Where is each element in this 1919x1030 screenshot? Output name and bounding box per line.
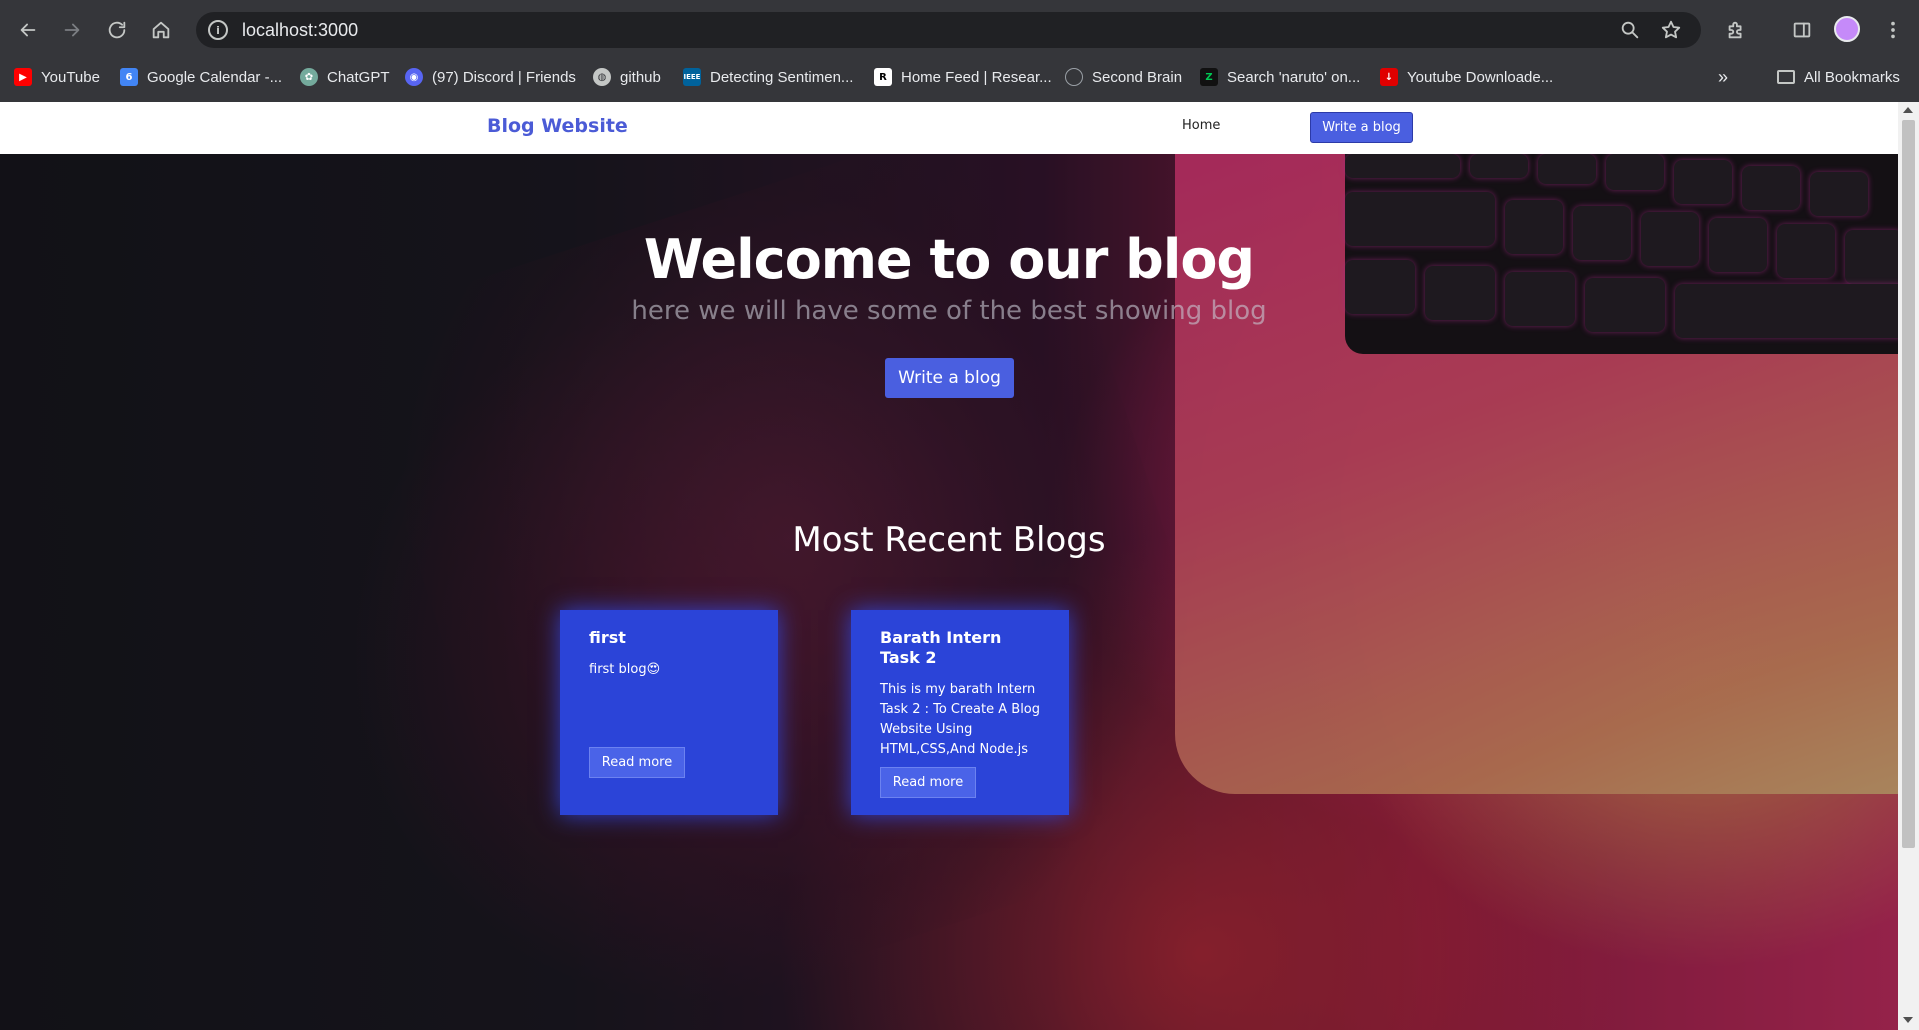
- nav-write-blog-button[interactable]: Write a blog: [1310, 112, 1413, 143]
- hero-subtitle: here we will have some of the best showi…: [631, 296, 1267, 326]
- scroll-down-arrow-icon[interactable]: [1903, 1017, 1913, 1023]
- all-bookmarks-label: All Bookmarks: [1804, 68, 1900, 86]
- site-navbar: Blog Website Home Write a blog: [0, 102, 1898, 154]
- read-more-button[interactable]: Read more: [880, 767, 976, 798]
- bookmark-label: Youtube Downloade...: [1407, 68, 1554, 86]
- blog-card: first first blog😍 Read more: [560, 610, 778, 815]
- bookmark-youtube-downloader[interactable]: ↓ Youtube Downloade...: [1380, 66, 1553, 88]
- browser-menu-button[interactable]: [1877, 14, 1909, 46]
- github-icon: ◍: [593, 68, 611, 86]
- z-icon: Z: [1200, 68, 1218, 86]
- bookmarks-bar: ▶ YouTube 6 Google Calendar -... ✿ ChatG…: [0, 62, 1919, 92]
- bookmark-label: Second Brain: [1092, 68, 1183, 86]
- researchgate-icon: R: [874, 68, 892, 86]
- bookmark-chatgpt[interactable]: ✿ ChatGPT: [300, 66, 390, 88]
- site-logo[interactable]: Blog Website: [487, 115, 628, 137]
- more-bookmarks-button[interactable]: »: [1718, 66, 1728, 88]
- scroll-up-arrow-icon[interactable]: [1903, 107, 1913, 113]
- bookmark-search-naruto[interactable]: Z Search 'naruto' on...: [1200, 66, 1360, 88]
- brain-icon: [1065, 68, 1083, 86]
- bookmark-discord[interactable]: ◉ (97) Discord | Friends: [405, 66, 576, 88]
- folder-icon: [1777, 70, 1795, 84]
- read-more-button[interactable]: Read more: [589, 747, 685, 778]
- chevron-double-right-icon: »: [1718, 66, 1729, 87]
- star-icon: [1661, 20, 1681, 39]
- scrollbar-thumb[interactable]: [1902, 120, 1915, 848]
- nav-home-link[interactable]: Home: [1182, 118, 1220, 133]
- puzzle-icon: [1728, 21, 1742, 39]
- forward-button[interactable]: [56, 14, 88, 46]
- google-calendar-icon: 6: [120, 68, 138, 86]
- blog-card-title: first: [589, 628, 626, 647]
- ieee-icon: IEEE: [683, 68, 701, 86]
- zoom-button[interactable]: [1618, 18, 1642, 42]
- site-info-icon[interactable]: i: [208, 20, 228, 40]
- bookmark-label: Detecting Sentimen...: [710, 68, 854, 86]
- discord-icon: ◉: [405, 68, 423, 86]
- bookmark-second-brain[interactable]: Second Brain: [1065, 66, 1182, 88]
- extensions-button[interactable]: [1720, 14, 1752, 46]
- blog-card-excerpt: first blog😍: [589, 662, 661, 677]
- download-icon: ↓: [1380, 68, 1398, 86]
- page-viewport: Blog Website Home Write a blog Welcome t…: [0, 102, 1919, 1030]
- hero-write-blog-button[interactable]: Write a blog: [885, 358, 1014, 398]
- bookmark-researchgate[interactable]: R Home Feed | Resear...: [874, 66, 1052, 88]
- hero-title: Welcome to our blog: [643, 228, 1255, 291]
- chatgpt-icon: ✿: [300, 68, 318, 86]
- recent-blogs-heading: Most Recent Blogs: [792, 520, 1106, 560]
- bookmark-label: (97) Discord | Friends: [432, 68, 576, 86]
- profile-avatar[interactable]: [1834, 16, 1860, 42]
- address-bar[interactable]: i localhost:3000: [196, 12, 1701, 48]
- youtube-icon: ▶: [14, 68, 32, 86]
- bookmark-google-calendar[interactable]: 6 Google Calendar -...: [120, 66, 282, 88]
- browser-chrome: i localhost:3000 ▶ YouTube 6 Google Cale: [0, 0, 1919, 102]
- bookmark-label: YouTube: [41, 68, 100, 86]
- url-text[interactable]: localhost:3000: [242, 20, 358, 41]
- reload-icon: [108, 21, 126, 39]
- bookmark-detecting-sentiment[interactable]: IEEE Detecting Sentimen...: [683, 66, 853, 88]
- bookmark-github[interactable]: ◍ github: [593, 66, 661, 88]
- blog-card-excerpt: This is my barath Intern Task 2 : To Cre…: [880, 682, 1041, 757]
- all-bookmarks-button[interactable]: All Bookmarks: [1777, 66, 1900, 88]
- arrow-right-icon: [64, 23, 80, 37]
- blog-card: Barath Intern Task 2 This is my barath I…: [851, 610, 1069, 815]
- bookmark-label: Google Calendar -...: [147, 68, 283, 86]
- browser-toolbar: i localhost:3000: [0, 6, 1919, 54]
- reload-button[interactable]: [101, 14, 133, 46]
- back-button[interactable]: [12, 14, 44, 46]
- more-vertical-icon: [1891, 21, 1895, 39]
- blog-card-title: Barath Intern Task 2: [880, 628, 1002, 667]
- bookmark-label: Search 'naruto' on...: [1227, 68, 1361, 86]
- home-button[interactable]: [145, 14, 177, 46]
- arrow-left-icon: [20, 23, 36, 37]
- page-scrollbar[interactable]: [1898, 102, 1919, 1030]
- bookmark-label: github: [620, 68, 661, 86]
- magnifier-icon: [1621, 21, 1639, 39]
- bookmark-label: ChatGPT: [327, 68, 390, 86]
- bookmark-youtube[interactable]: ▶ YouTube: [14, 66, 100, 88]
- side-panel-button[interactable]: [1786, 14, 1818, 46]
- side-panel-icon: [1793, 22, 1811, 38]
- bookmark-label: Home Feed | Resear...: [901, 68, 1052, 86]
- bookmark-star-button[interactable]: [1659, 18, 1683, 42]
- home-icon: [152, 21, 170, 39]
